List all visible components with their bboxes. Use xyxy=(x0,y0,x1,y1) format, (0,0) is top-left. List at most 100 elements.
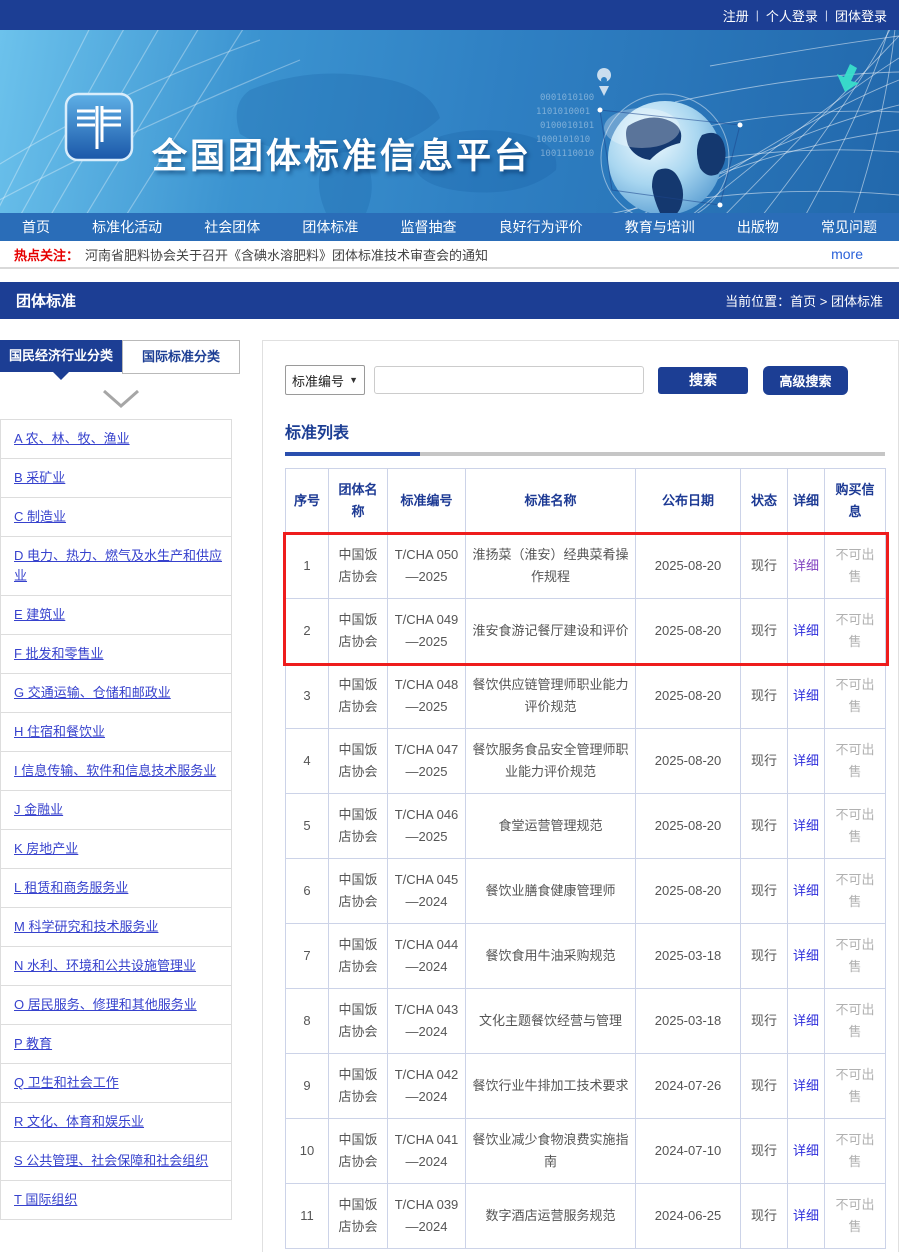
sidebar-category-item[interactable]: B 采矿业 xyxy=(1,459,231,498)
sidebar-category-item[interactable]: I 信息传输、软件和信息技术服务业 xyxy=(1,752,231,791)
cell-code: T/CHA 047—2025 xyxy=(388,729,466,794)
cell-name: 餐饮食用牛油采购规范 xyxy=(466,924,636,989)
cell-name: 数字酒店运营服务规范 xyxy=(466,1184,636,1249)
category-link[interactable]: C 制造业 xyxy=(14,509,66,524)
cell-index: 10 xyxy=(286,1119,329,1184)
category-link[interactable]: F 批发和零售业 xyxy=(14,646,104,661)
cell-code: T/CHA 046—2025 xyxy=(388,794,466,859)
table-row: 1中国饭店协会T/CHA 050—2025淮扬菜（淮安）经典菜肴操作规程2025… xyxy=(286,534,886,599)
nav-item-6[interactable]: 良好行为评价 xyxy=(499,217,583,237)
detail-link[interactable]: 详细 xyxy=(793,1010,819,1032)
detail-link[interactable]: 详细 xyxy=(793,1140,819,1162)
topbar-link-1[interactable]: 注册 xyxy=(723,6,749,25)
detail-link[interactable]: 详细 xyxy=(793,620,819,642)
sidebar-category-item[interactable]: K 房地产业 xyxy=(1,830,231,869)
sidebar-category-item[interactable]: A 农、林、牧、渔业 xyxy=(1,420,231,459)
tab-international-standard-classification[interactable]: 国际标准分类 xyxy=(122,340,240,374)
cell-date: 2025-08-20 xyxy=(636,729,741,794)
table-row: 8中国饭店协会T/CHA 043—2024文化主题餐饮经营与管理2025-03-… xyxy=(286,989,886,1054)
page-title: 团体标准 xyxy=(16,290,76,311)
cell-org: 中国饭店协会 xyxy=(329,794,388,859)
category-link[interactable]: D 电力、热力、燃气及水生产和供应业 xyxy=(14,548,222,583)
nav-item-2[interactable]: 标准化活动 xyxy=(92,217,162,237)
sidebar-category-item[interactable]: Q 卫生和社会工作 xyxy=(1,1064,231,1103)
cell-detail: 详细 xyxy=(788,1119,825,1184)
category-link[interactable]: R 文化、体育和娱乐业 xyxy=(14,1114,144,1129)
table-row: 6中国饭店协会T/CHA 045—2024餐饮业膳食健康管理师2025-08-2… xyxy=(286,859,886,924)
topbar-link-2[interactable]: 个人登录 xyxy=(766,6,818,25)
sidebar-category-item[interactable]: N 水利、环境和公共设施管理业 xyxy=(1,947,231,986)
cell-purchase: 不可出售 xyxy=(825,664,886,729)
cell-code: T/CHA 048—2025 xyxy=(388,664,466,729)
nav-item-1[interactable]: 首页 xyxy=(22,217,50,237)
purchase-status: 不可出售 xyxy=(830,1064,880,1108)
advanced-search-button[interactable]: 高级搜索 xyxy=(763,366,848,395)
detail-link[interactable]: 详细 xyxy=(793,555,819,577)
tab-national-economy-classification[interactable]: 国民经济行业分类 xyxy=(0,340,122,372)
search-field-select[interactable]: 标准编号 ▼ xyxy=(285,365,365,395)
standards-table: 序号团体名称标准编号标准名称公布日期状态详细购买信息1中国饭店协会T/CHA 0… xyxy=(285,468,886,1249)
detail-link[interactable]: 详细 xyxy=(793,880,819,902)
cell-status: 现行 xyxy=(741,924,788,989)
sidebar-category-item[interactable]: D 电力、热力、燃气及水生产和供应业 xyxy=(1,537,231,596)
nav-item-7[interactable]: 教育与培训 xyxy=(625,217,695,237)
sidebar-category-item[interactable]: E 建筑业 xyxy=(1,596,231,635)
category-link[interactable]: J 金融业 xyxy=(14,802,63,817)
sidebar-category-item[interactable]: S 公共管理、社会保障和社会组织 xyxy=(1,1142,231,1181)
cell-purchase: 不可出售 xyxy=(825,989,886,1054)
detail-link[interactable]: 详细 xyxy=(793,945,819,967)
search-input[interactable] xyxy=(374,366,644,394)
sidebar-category-item[interactable]: P 教育 xyxy=(1,1025,231,1064)
detail-link[interactable]: 详细 xyxy=(793,750,819,772)
detail-link[interactable]: 详细 xyxy=(793,815,819,837)
detail-link[interactable]: 详细 xyxy=(793,1075,819,1097)
sidebar-category-item[interactable]: M 科学研究和技术服务业 xyxy=(1,908,231,947)
category-link[interactable]: G 交通运输、仓储和邮政业 xyxy=(14,685,171,700)
nav-item-8[interactable]: 出版物 xyxy=(737,217,779,237)
category-link[interactable]: T 国际组织 xyxy=(14,1192,77,1207)
category-link[interactable]: I 信息传输、软件和信息技术服务业 xyxy=(14,763,216,778)
sidebar-category-item[interactable]: H 住宿和餐饮业 xyxy=(1,713,231,752)
nav-item-3[interactable]: 社会团体 xyxy=(204,217,260,237)
table-header-row: 序号团体名称标准编号标准名称公布日期状态详细购买信息 xyxy=(286,469,886,534)
category-link[interactable]: K 房地产业 xyxy=(14,841,78,856)
standards-list-title: 标准列表 xyxy=(285,419,898,443)
svg-text:1000101010: 1000101010 xyxy=(536,135,590,145)
category-link[interactable]: H 住宿和餐饮业 xyxy=(14,724,105,739)
sidebar-category-item[interactable]: J 金融业 xyxy=(1,791,231,830)
sidebar-category-item[interactable]: R 文化、体育和娱乐业 xyxy=(1,1103,231,1142)
category-link[interactable]: O 居民服务、修理和其他服务业 xyxy=(14,997,197,1012)
hot-topic-link[interactable]: 河南省肥料协会关于召开《含碘水溶肥料》团体标准技术审查会的通知 xyxy=(85,245,488,264)
category-link[interactable]: S 公共管理、社会保障和社会组织 xyxy=(14,1153,208,1168)
detail-link[interactable]: 详细 xyxy=(793,1205,819,1227)
sidebar-category-item[interactable]: F 批发和零售业 xyxy=(1,635,231,674)
purchase-status: 不可出售 xyxy=(830,1194,880,1238)
category-link[interactable]: B 采矿业 xyxy=(14,470,65,485)
cell-name: 文化主题餐饮经营与管理 xyxy=(466,989,636,1054)
category-link[interactable]: M 科学研究和技术服务业 xyxy=(14,919,158,934)
topbar-link-3[interactable]: 团体登录 xyxy=(835,6,887,25)
nav-item-5[interactable]: 监督抽查 xyxy=(401,217,457,237)
category-link[interactable]: L 租赁和商务服务业 xyxy=(14,880,128,895)
nav-item-4[interactable]: 团体标准 xyxy=(302,217,358,237)
divider: | xyxy=(825,8,828,22)
cell-org: 中国饭店协会 xyxy=(329,1184,388,1249)
category-link[interactable]: P 教育 xyxy=(14,1036,52,1051)
sidebar-category-item[interactable]: G 交通运输、仓储和邮政业 xyxy=(1,674,231,713)
category-link[interactable]: A 农、林、牧、渔业 xyxy=(14,431,130,446)
sidebar-category-item[interactable]: C 制造业 xyxy=(1,498,231,537)
more-link[interactable]: more xyxy=(831,246,863,262)
sidebar-category-item[interactable]: L 租赁和商务服务业 xyxy=(1,869,231,908)
category-link[interactable]: N 水利、环境和公共设施管理业 xyxy=(14,958,196,973)
sidebar-category-item[interactable]: O 居民服务、修理和其他服务业 xyxy=(1,986,231,1025)
detail-link[interactable]: 详细 xyxy=(793,685,819,707)
nav-item-9[interactable]: 常见问题 xyxy=(821,217,877,237)
svg-text:0001010100: 0001010100 xyxy=(540,93,594,103)
cell-detail: 详细 xyxy=(788,534,825,599)
category-link[interactable]: E 建筑业 xyxy=(14,607,65,622)
search-button[interactable]: 搜索 xyxy=(658,367,748,394)
svg-text:1001110010: 1001110010 xyxy=(540,149,594,159)
sidebar-category-item[interactable]: T 国际组织 xyxy=(1,1181,231,1220)
category-link[interactable]: Q 卫生和社会工作 xyxy=(14,1075,119,1090)
column-header: 序号 xyxy=(286,469,329,534)
